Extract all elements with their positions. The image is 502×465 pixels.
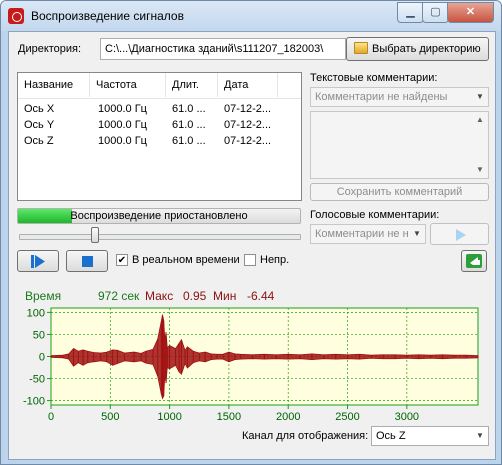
play-pause-icon (31, 255, 45, 268)
signals-table[interactable]: Название Частота Длит. Дата Ось X 1000.0… (17, 72, 302, 201)
cell-name: Ось Z (24, 135, 54, 147)
y-tick-label: 0 (39, 352, 45, 364)
choose-directory-button[interactable]: Выбрать директорию (346, 37, 489, 61)
minimize-button[interactable]: ▁ (397, 2, 424, 23)
window-title: Воспроизведение сигналов (31, 9, 184, 23)
position-slider-track[interactable] (19, 234, 301, 240)
y-tick-label: -100 (23, 396, 45, 408)
voice-comments-select[interactable]: Комментарии не н ▼ (310, 224, 426, 244)
directory-label: Директория: (18, 43, 82, 55)
directory-path-field[interactable]: C:\...\Диагностика зданий\s111207_182003… (100, 38, 346, 60)
x-tick-label: 500 (101, 411, 119, 422)
continuous-checkbox[interactable] (244, 254, 256, 266)
maximize-button[interactable]: ▢ (422, 2, 449, 23)
cell-date: 07-12-2... (224, 135, 272, 147)
choose-directory-label: Выбрать директорию (372, 43, 481, 55)
cell-frequency: 1000.0 Гц (98, 135, 147, 147)
client-area: Директория: C:\...\Диагностика зданий\s1… (8, 31, 496, 460)
chevron-down-icon: ▼ (476, 431, 484, 440)
column-header-duration[interactable]: Длит. (166, 73, 218, 97)
chevron-down-icon: ▼ (413, 229, 421, 238)
cell-date: 07-12-2... (224, 103, 272, 115)
voice-comments-label: Голосовые комментарии: (310, 209, 440, 221)
title-bar[interactable]: Воспроизведение сигналов ▁ ▢ ✕ (1, 1, 501, 31)
signal-chart[interactable]: 100500-50-1000 500 1000 1500 2000 2500 3000 (9, 300, 495, 422)
channel-select[interactable]: Ось Z ▼ (371, 426, 489, 446)
table-row[interactable]: Ось X 1000.0 Гц 61.0 ... 07-12-2... (18, 101, 301, 117)
text-comments-select[interactable]: Комментарии не найдены ▼ (310, 87, 489, 107)
position-slider-thumb[interactable] (90, 227, 99, 243)
play-voice-comment-button[interactable] (430, 223, 489, 245)
playback-progress: Воспроизведение приостановлено (17, 208, 301, 224)
text-comment-textarea[interactable]: ▲ ▼ (310, 111, 489, 179)
x-tick-label: 1000 (157, 411, 181, 422)
text-comments-label: Текстовые комментарии: (310, 72, 438, 84)
voice-comments-selected: Комментарии не н (315, 228, 409, 240)
y-tick-label: 100 (27, 307, 45, 319)
export-button[interactable] (461, 250, 487, 272)
x-tick-label: 1500 (217, 411, 241, 422)
table-row[interactable]: Ось Y 1000.0 Гц 61.0 ... 07-12-2... (18, 117, 301, 133)
column-header-name[interactable]: Название (18, 73, 90, 97)
table-row[interactable]: Ось Z 1000.0 Гц 61.0 ... 07-12-2... (18, 133, 301, 149)
play-pause-button[interactable] (17, 250, 59, 272)
scroll-up-icon[interactable]: ▲ (472, 112, 488, 128)
column-header-date[interactable]: Дата (218, 73, 278, 97)
realtime-checkbox[interactable]: ✔ (116, 254, 128, 266)
x-tick-label: 2500 (335, 411, 359, 422)
cell-frequency: 1000.0 Гц (98, 103, 147, 115)
channel-selected: Ось Z (376, 430, 406, 442)
chevron-down-icon: ▼ (476, 92, 484, 101)
close-button[interactable]: ✕ (447, 2, 494, 23)
scroll-down-icon[interactable]: ▼ (472, 162, 488, 178)
stop-button[interactable] (66, 250, 108, 272)
playback-window: Воспроизведение сигналов ▁ ▢ ✕ Директори… (0, 0, 502, 465)
cell-duration: 61.0 ... (172, 135, 206, 147)
channel-label: Канал для отображения: (242, 430, 369, 442)
continuous-label: Непр. (260, 254, 290, 266)
folder-icon (354, 42, 368, 54)
cell-frequency: 1000.0 Гц (98, 119, 147, 131)
x-tick-label: 2000 (276, 411, 300, 422)
cell-duration: 61.0 ... (172, 119, 206, 131)
cell-date: 07-12-2... (224, 119, 272, 131)
x-tick-label: 0 (48, 411, 54, 422)
cell-duration: 61.0 ... (172, 103, 206, 115)
signals-table-header: Название Частота Длит. Дата (18, 73, 301, 99)
cell-name: Ось X (24, 103, 55, 115)
y-tick-label: -50 (29, 374, 45, 386)
text-comments-selected: Комментарии не найдены (315, 91, 448, 103)
column-header-frequency[interactable]: Частота (90, 73, 166, 97)
green-arrow-icon (466, 254, 482, 268)
x-tick-label: 3000 (395, 411, 419, 422)
playback-status: Воспроизведение приостановлено (70, 210, 248, 222)
stop-icon (82, 256, 93, 267)
play-icon (456, 229, 466, 241)
realtime-label: В реальном времени (132, 254, 240, 266)
app-logo-icon (8, 8, 24, 24)
save-comment-button[interactable]: Сохранить комментарий (310, 183, 489, 201)
y-tick-label: 50 (33, 329, 45, 341)
cell-name: Ось Y (24, 119, 55, 131)
